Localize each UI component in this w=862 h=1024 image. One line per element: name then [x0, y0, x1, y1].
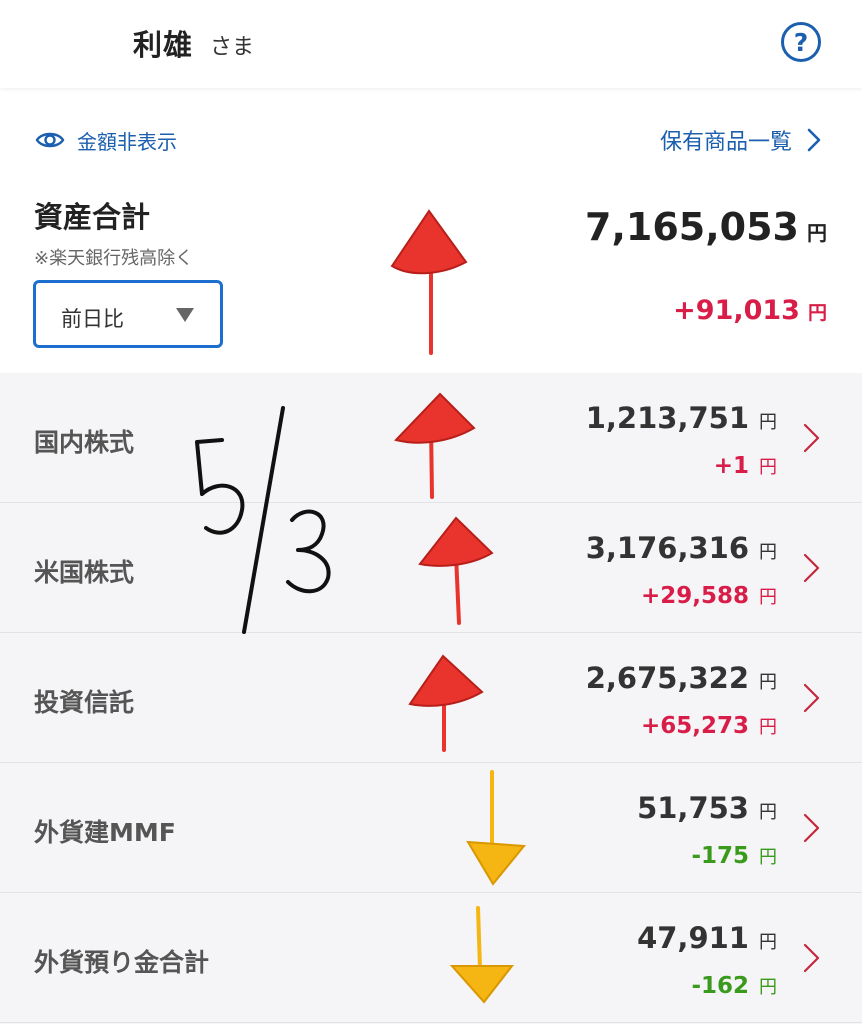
asset-row-domestic-stocks[interactable]: 国内株式 1,213,751 円 +1 円	[0, 373, 862, 503]
asset-change-currency: 円	[759, 717, 777, 738]
asset-currency: 円	[759, 672, 777, 693]
chevron-right-icon	[803, 553, 820, 583]
asset-list: 国内株式 1,213,751 円 +1 円 米国株式 3,176,316 円 +…	[0, 373, 862, 1024]
total-assets-value: 7,165,053	[585, 205, 799, 249]
asset-change: -162 円	[691, 973, 777, 999]
asset-change-value: +1	[713, 453, 749, 479]
asset-amount: 47,911 円	[637, 921, 777, 955]
total-assets-title: 資産合計	[34, 200, 151, 234]
chevron-right-icon	[803, 683, 820, 713]
hide-amounts-toggle[interactable]: 金額非表示	[35, 124, 177, 156]
asset-change: -175 円	[691, 843, 777, 869]
total-assets-amount: 7,165,053 円	[585, 205, 827, 249]
total-assets-currency: 円	[807, 221, 827, 245]
asset-change-value: -162	[691, 973, 749, 999]
asset-currency: 円	[759, 932, 777, 953]
asset-currency: 円	[759, 802, 777, 823]
help-button[interactable]: ?	[781, 22, 821, 62]
holdings-list-link[interactable]: 保有商品一覧	[660, 124, 822, 156]
question-mark-icon: ?	[793, 27, 809, 57]
comparison-period-value: 前日比	[61, 307, 124, 331]
holdings-list-label: 保有商品一覧	[659, 130, 792, 155]
asset-label: 投資信託	[34, 688, 135, 717]
caret-down-icon	[176, 308, 194, 322]
total-change-value: +91,013	[673, 295, 800, 326]
hide-amounts-label: 金額非表示	[77, 129, 177, 154]
asset-value: 51,753	[637, 791, 749, 825]
asset-change-value: +65,273	[640, 713, 749, 739]
asset-change-currency: 円	[759, 587, 777, 608]
asset-change-currency: 円	[759, 457, 777, 478]
chevron-right-icon	[807, 128, 821, 152]
asset-label: 外貨建MMF	[34, 818, 176, 847]
total-change-currency: 円	[807, 302, 827, 324]
asset-change-currency: 円	[759, 977, 777, 998]
asset-value: 47,911	[637, 921, 749, 955]
asset-label: 外貨預り金合計	[34, 948, 210, 977]
chevron-right-icon	[803, 423, 820, 453]
asset-change: +65,273 円	[641, 713, 777, 739]
asset-change: +1 円	[714, 453, 777, 479]
asset-row-us-stocks[interactable]: 米国株式 3,176,316 円 +29,588 円	[0, 503, 862, 633]
asset-label: 国内株式	[34, 428, 135, 457]
asset-amount: 51,753 円	[637, 791, 777, 825]
chevron-right-icon	[803, 943, 820, 973]
asset-currency: 円	[759, 542, 777, 563]
comparison-period-select[interactable]: 前日比	[33, 280, 223, 348]
asset-change: +29,588 円	[641, 583, 777, 609]
total-change: +91,013 円	[673, 295, 827, 326]
eye-icon	[35, 132, 65, 148]
asset-row-investment-trusts[interactable]: 投資信託 2,675,322 円 +65,273 円	[0, 633, 862, 763]
asset-value: 1,213,751	[585, 401, 749, 435]
asset-row-foreign-mmf[interactable]: 外貨建MMF 51,753 円 -175 円	[0, 763, 862, 893]
asset-currency: 円	[759, 412, 777, 433]
asset-value: 2,675,322	[585, 661, 749, 695]
asset-amount: 2,675,322 円	[586, 661, 777, 695]
asset-change-value: +29,588	[640, 583, 749, 609]
app-header: 利雄 さま ?	[0, 0, 862, 88]
user-honorific: さま	[210, 35, 255, 60]
chevron-right-icon	[803, 813, 820, 843]
asset-amount: 1,213,751 円	[586, 401, 777, 435]
user-name: 利雄	[133, 28, 194, 62]
up-arrow-annotation	[390, 209, 468, 355]
asset-change-currency: 円	[759, 847, 777, 868]
total-assets-note: ※楽天銀行残高除く	[34, 248, 194, 269]
asset-change-value: -175	[691, 843, 749, 869]
asset-label: 米国株式	[34, 558, 135, 587]
asset-row-foreign-deposits[interactable]: 外貨預り金合計 47,911 円 -162 円	[0, 893, 862, 1023]
asset-amount: 3,176,316 円	[586, 531, 777, 565]
asset-value: 3,176,316	[585, 531, 749, 565]
